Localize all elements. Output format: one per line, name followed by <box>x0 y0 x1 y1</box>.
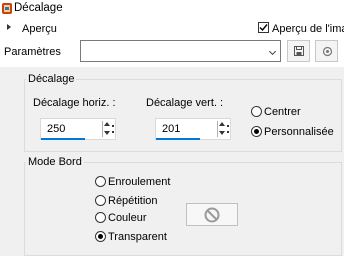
reset-icon <box>322 46 333 57</box>
window-title: Décalage <box>14 2 63 14</box>
reset-button[interactable] <box>315 40 338 62</box>
horizontal-offset-spinbox[interactable]: 250 <box>40 118 116 140</box>
spin-options-icon[interactable] <box>227 125 229 133</box>
preview-row: Aperçu Aperçu de l'image <box>0 20 344 38</box>
vertical-offset-value: 201 <box>162 123 181 135</box>
spin-arrows-icon[interactable] <box>103 119 112 139</box>
spin-options-icon[interactable] <box>112 125 114 133</box>
radio-repetition-label[interactable]: Répétition <box>108 195 158 207</box>
radio-enroulement-label[interactable]: Enroulement <box>108 176 170 188</box>
horizontal-offset-label: Décalage horiz. : <box>33 97 116 109</box>
presets-combobox[interactable] <box>80 40 281 62</box>
offset-group-title: Décalage <box>26 73 77 85</box>
radio-personnalisee-label[interactable]: Personnalisée <box>264 126 334 138</box>
radio-transparent-label[interactable]: Transparent <box>108 231 167 243</box>
border-mode-group <box>24 162 342 256</box>
spin-arrows-icon[interactable] <box>218 119 227 139</box>
app-icon <box>1 2 13 15</box>
expand-arrow-icon[interactable] <box>7 24 11 30</box>
floppy-disk-icon <box>294 46 304 56</box>
radio-couleur[interactable] <box>95 212 106 223</box>
radio-centrer-label[interactable]: Centrer <box>264 106 301 118</box>
radio-centrer[interactable] <box>251 106 262 117</box>
preview-checkbox-label[interactable]: Aperçu de l'image <box>272 23 344 35</box>
no-color-icon <box>204 207 220 223</box>
presets-label: Paramètres <box>4 46 61 58</box>
title-bar: Décalage <box>0 0 344 18</box>
border-color-swatch[interactable] <box>186 203 238 226</box>
preview-checkbox[interactable] <box>258 22 269 33</box>
chevron-down-icon[interactable] <box>268 41 280 61</box>
radio-couleur-label[interactable]: Couleur <box>108 212 147 224</box>
vertical-offset-spinbox[interactable]: 201 <box>155 118 231 140</box>
border-mode-group-title: Mode Bord <box>26 156 84 168</box>
vertical-offset-label: Décalage vert. : <box>146 97 224 109</box>
radio-repetition[interactable] <box>95 195 106 206</box>
horizontal-offset-value: 250 <box>47 123 66 135</box>
preview-section-label: Aperçu <box>22 23 57 35</box>
radio-transparent[interactable] <box>95 231 106 242</box>
radio-enroulement[interactable] <box>95 176 106 187</box>
save-preset-button[interactable] <box>287 40 310 62</box>
radio-personnalisee[interactable] <box>251 126 262 137</box>
